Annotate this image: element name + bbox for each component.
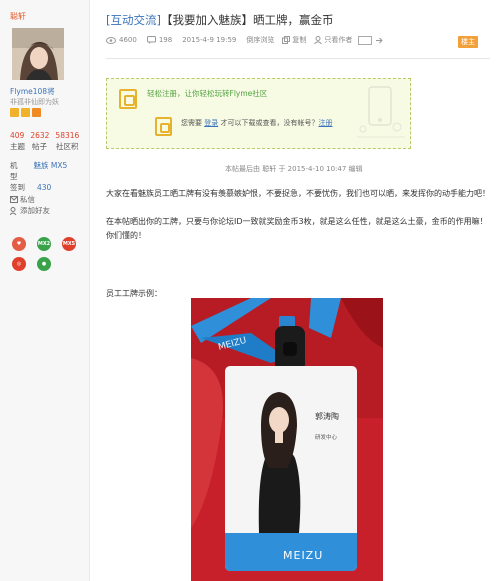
- avatar-image: [12, 28, 64, 80]
- card-department: 研发中心: [315, 433, 338, 441]
- jump-floor-input[interactable]: [358, 35, 373, 45]
- card-person-name: 郭涛陶: [315, 411, 339, 421]
- member-type-row: 型: [10, 171, 18, 182]
- user-icon: [314, 36, 323, 44]
- login-notice: 轻松注册，让你轻松玩转Flyme社区 您需要 登录 才可以下载或查看，没有帐号？…: [106, 78, 411, 149]
- arrow-right-icon[interactable]: [375, 36, 384, 45]
- medal-mx2-icon[interactable]: MX2: [37, 237, 51, 251]
- copy-label: 复制: [292, 36, 307, 44]
- lock-icon: [155, 117, 172, 136]
- add-user-icon: [10, 206, 17, 215]
- post-time: 2015-4-9 19:59: [182, 36, 237, 44]
- stat-posts-value[interactable]: 2632: [30, 131, 49, 140]
- stat-points-label: 社区积: [56, 142, 79, 151]
- register-icon: [119, 89, 137, 109]
- login-prefix: 您需要: [181, 119, 202, 127]
- device-label: 机: [10, 161, 18, 170]
- checkin-value: 430: [37, 183, 52, 192]
- author-name[interactable]: 聪轩: [10, 11, 26, 22]
- reverse-browse-link[interactable]: 倒序浏览: [246, 35, 274, 45]
- copy-icon: [282, 36, 291, 44]
- card-brand-text: MEIZU: [283, 549, 323, 562]
- thread-title-text: 【我要加入魅族】晒工牌，赢金币: [160, 13, 334, 27]
- checkin-row: 签到 430: [10, 182, 51, 193]
- login-middle-text: 才可以下载或查看，没有帐号？: [220, 119, 319, 127]
- reply-count: 198: [158, 36, 173, 44]
- edit-note: 本帖最后由 聪轩 于 2015-4-10 10:47 编辑: [225, 165, 363, 173]
- level-badge-icon: [10, 108, 19, 117]
- author-stats-values: 409 2632 58316: [10, 131, 79, 140]
- eye-icon: [106, 36, 116, 44]
- medal-heart-icon[interactable]: ♥: [12, 237, 26, 251]
- device-row: 机 魅族 MX5: [10, 160, 67, 171]
- avatar[interactable]: [12, 28, 64, 80]
- medal-mx5-icon[interactable]: MX5: [62, 237, 76, 251]
- stat-topics-label: 主题: [10, 142, 25, 151]
- stat-posts-label: 帖子: [32, 142, 47, 151]
- checkin-label: 签到: [10, 183, 25, 192]
- comment-icon: [146, 36, 156, 44]
- send-message-link[interactable]: 私信: [10, 194, 35, 205]
- device-value[interactable]: 魅族 MX5: [34, 161, 68, 170]
- level-badge-icon: [21, 108, 30, 117]
- copy-link-button[interactable]: 复制: [282, 35, 306, 45]
- view-count: 4600: [119, 36, 137, 44]
- thread-category-link[interactable]: [互动交流]: [106, 13, 161, 27]
- medal-weibo-icon[interactable]: ◎: [12, 257, 26, 271]
- badge-photo-image: MEIZU MEIZU 郭涛陶 研发中心: [191, 298, 383, 581]
- badge-photo[interactable]: MEIZU MEIZU 郭涛陶 研发中心: [191, 298, 383, 581]
- login-prompt: 您需要 登录 才可以下载或查看，没有帐号？注册: [181, 118, 332, 128]
- level-badges: [10, 108, 41, 117]
- author-signature: 非孤非仙即为妖: [10, 98, 59, 106]
- post-paragraph-1: 大家在看魅族员工晒工牌有没有羡慕嫉妒恨，不要捉急，不要忧伤，我们也可以晒，来发挥…: [106, 189, 490, 198]
- send-message-label: 私信: [20, 195, 35, 204]
- add-friend-link[interactable]: 添加好友: [10, 205, 50, 216]
- author-only-label: 只看作者: [324, 36, 353, 44]
- thread-title: [互动交流]【我要加入魅族】晒工牌，赢金币: [106, 12, 333, 28]
- envelope-icon: [10, 196, 18, 203]
- medal-list: ♥ MX2 MX5 ◎ ●: [12, 237, 82, 271]
- register-account-link[interactable]: 注册: [318, 119, 332, 127]
- phone-decoration-icon: [357, 86, 405, 138]
- stat-points-value[interactable]: 58316: [55, 131, 79, 140]
- medal-wechat-icon[interactable]: ●: [37, 257, 51, 271]
- register-link[interactable]: 轻松注册，让你轻松玩转Flyme社区: [147, 88, 267, 99]
- author-stats-labels: 主题 帖子 社区积: [10, 141, 79, 152]
- post-paragraph-2: 在本帖晒出你的工牌，只要与你论坛ID一致就奖励金币3枚，就是这么任性，就是这么土…: [106, 217, 488, 240]
- floor-badge: 楼主: [458, 36, 478, 48]
- stat-topics-value[interactable]: 409: [10, 131, 24, 140]
- divider: [106, 58, 490, 59]
- add-friend-label: 添加好友: [20, 206, 50, 215]
- author-sidebar: 聪轩 Flyme108将 非孤非仙即为妖 409 2632 58316 主题 帖…: [0, 0, 90, 581]
- level-badge-icon: [32, 108, 41, 117]
- author-rank-title[interactable]: Flyme108将: [10, 86, 55, 97]
- login-link[interactable]: 登录: [204, 119, 218, 127]
- member-type-label: 型: [10, 172, 18, 181]
- thread-meta: 4600 198 2015-4-9 19:59 倒序浏览 复制 只看作者: [106, 35, 384, 45]
- author-only-button[interactable]: 只看作者: [314, 35, 352, 45]
